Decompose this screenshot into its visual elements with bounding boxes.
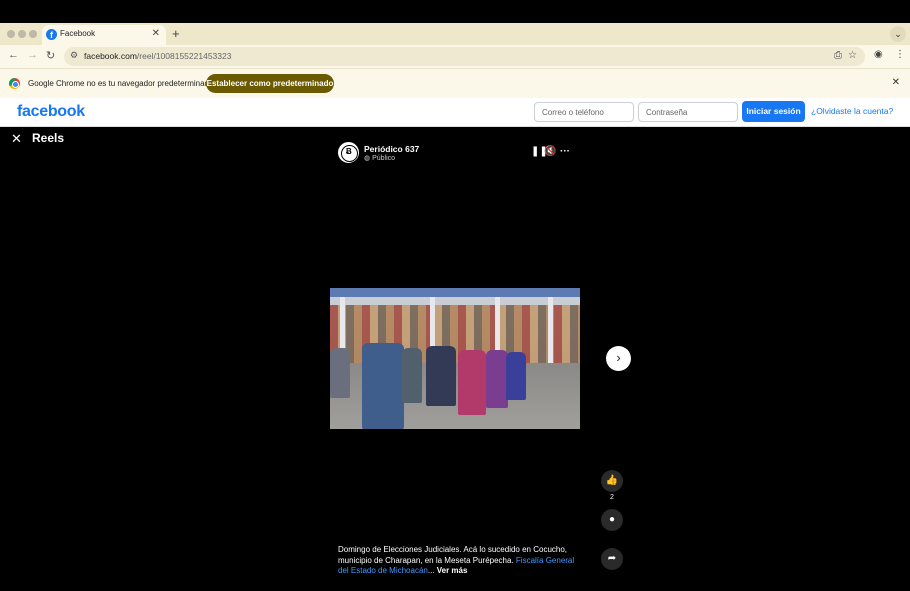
comment-bubble-icon: ●	[608, 514, 616, 525]
default-browser-infobar: Google Chrome no es tu navegador predete…	[0, 68, 910, 98]
url-text[interactable]: facebook.com/reel/1008155221453323	[84, 51, 231, 61]
browser-tab-strip: f Facebook ✕ + ⌄	[0, 23, 910, 45]
screen-top-bar	[0, 0, 910, 23]
set-default-button[interactable]: Establecer como predeterminado	[206, 74, 334, 93]
video-scene-person	[402, 348, 422, 403]
install-icon[interactable]: ⎙	[834, 50, 842, 61]
page-name-link[interactable]: Periódico 637	[364, 144, 419, 154]
menu-icon[interactable]: ⋮	[895, 49, 905, 60]
close-icon[interactable]: ✕	[11, 131, 22, 147]
chrome-logo-icon	[9, 78, 20, 89]
like-count: 2	[610, 494, 614, 501]
privacy-text: Público	[372, 155, 396, 162]
video-scene-person	[506, 352, 526, 400]
video-scene-person	[486, 350, 508, 408]
browser-tab[interactable]: f Facebook ✕	[42, 25, 166, 45]
tab-search-chevron-icon[interactable]: ⌄	[890, 26, 906, 42]
video-scene-person	[426, 346, 456, 406]
thumbs-up-icon: 👍	[605, 475, 619, 486]
window-minimize-control[interactable]	[18, 30, 26, 38]
infobar-message: Google Chrome no es tu navegador predete…	[28, 79, 214, 88]
facebook-header: facebook Iniciar sesión ¿Olvidaste la cu…	[0, 98, 910, 127]
password-field[interactable]	[638, 102, 738, 122]
star-icon[interactable]: ☆	[848, 50, 857, 61]
tune-icon[interactable]: ⚙	[70, 50, 78, 61]
video-scene-roof	[330, 297, 580, 305]
chevron-right-icon: ›	[616, 350, 621, 365]
video-scene-person	[458, 350, 486, 415]
url-path: /reel/1008155221453323	[136, 51, 232, 61]
address-bar[interactable]: ⚙ facebook.com/reel/1008155221453323 ⎙ ☆	[64, 47, 865, 66]
facebook-favicon-icon: f	[46, 29, 57, 40]
privacy-label: ◍ Público	[364, 154, 395, 162]
tab-close-icon[interactable]: ✕	[152, 28, 160, 39]
next-reel-button[interactable]: ›	[606, 346, 631, 371]
comment-button[interactable]: ●	[601, 509, 623, 531]
profile-icon[interactable]: ◉	[874, 49, 883, 60]
page-avatar[interactable]: Ƀ	[338, 142, 359, 163]
email-field[interactable]	[534, 102, 634, 122]
avatar-monogram: Ƀ	[346, 147, 352, 156]
caption-ellipsis: ...	[427, 566, 435, 575]
window-close-control[interactable]	[7, 30, 15, 38]
forgot-account-link[interactable]: ¿Olvidaste la cuenta?	[811, 106, 893, 116]
facebook-logo[interactable]: facebook	[17, 103, 85, 121]
infobar-close-icon[interactable]: ✕	[892, 77, 900, 88]
reel-caption: Domingo de Elecciones Judiciales. Acá lo…	[338, 545, 578, 577]
globe-icon: ◍	[364, 155, 373, 162]
forward-icon[interactable]: →	[27, 49, 38, 61]
reload-icon[interactable]: ↻	[46, 49, 55, 62]
new-tab-button[interactable]: +	[172, 26, 180, 41]
reels-title: Reels	[32, 131, 65, 145]
video-scene-person	[330, 348, 350, 398]
see-more-link[interactable]: Ver más	[437, 566, 468, 575]
like-button[interactable]: 👍	[601, 470, 623, 492]
share-arrow-icon: ➦	[607, 553, 617, 564]
mute-icon[interactable]: 🔇	[544, 146, 556, 157]
url-domain: facebook.com	[84, 51, 137, 61]
tab-title: Facebook	[60, 29, 96, 38]
back-icon[interactable]: ←	[8, 49, 19, 61]
video-scene-column	[548, 297, 553, 365]
more-options-icon[interactable]: ···	[560, 146, 570, 157]
login-button[interactable]: Iniciar sesión	[742, 101, 805, 122]
reel-video[interactable]	[330, 288, 580, 429]
window-zoom-control[interactable]	[29, 30, 37, 38]
share-button[interactable]: ➦	[601, 548, 623, 570]
browser-toolbar: ← → ↻ ⚙ facebook.com/reel/10081552214533…	[0, 45, 910, 68]
video-scene-person	[362, 343, 404, 429]
